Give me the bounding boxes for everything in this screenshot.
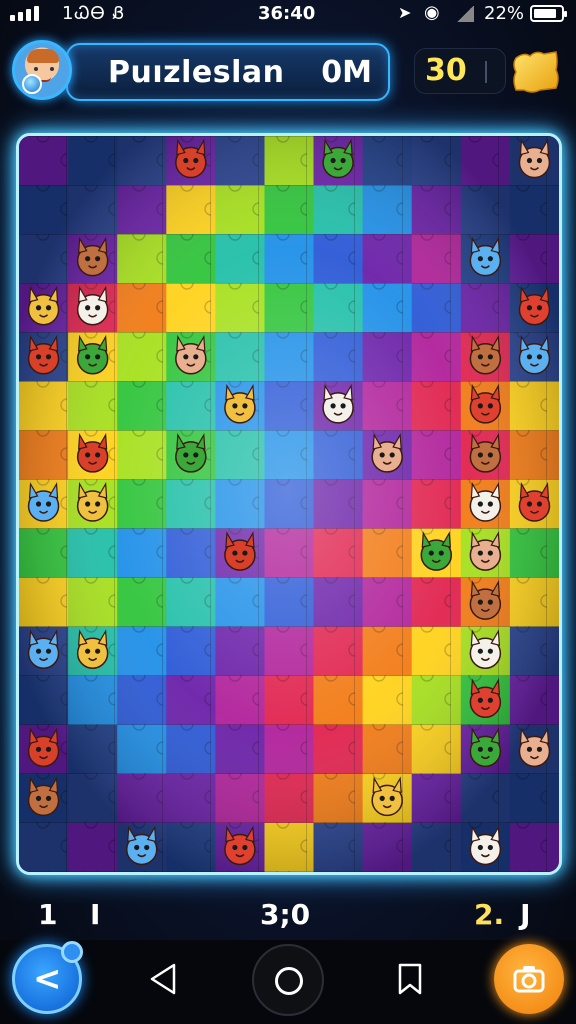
network-label: 1ᏇᎾ Ᏸ bbox=[62, 3, 126, 24]
progress-suffix: J bbox=[520, 898, 531, 931]
progress-counter: 2. J bbox=[474, 898, 531, 931]
puzzle-board[interactable] bbox=[16, 133, 562, 875]
score-value: 0M bbox=[321, 55, 372, 90]
system-back-icon[interactable] bbox=[148, 962, 178, 1000]
location-arrow-icon: ➤ bbox=[398, 3, 412, 22]
cellular-icon bbox=[456, 6, 474, 22]
home-button[interactable] bbox=[252, 944, 324, 1016]
clock: 36:40 bbox=[258, 3, 316, 24]
player-avatar[interactable] bbox=[12, 40, 72, 100]
back-button[interactable]: < bbox=[12, 941, 83, 1014]
home-circle-icon bbox=[275, 967, 303, 995]
back-arrow-icon: < bbox=[33, 959, 62, 999]
golden-ticket-icon[interactable] bbox=[510, 46, 562, 96]
coin-count: 30 bbox=[425, 53, 467, 88]
gem-badge-icon bbox=[22, 74, 42, 94]
progress-value: 2. bbox=[474, 898, 505, 931]
camera-button[interactable] bbox=[494, 944, 564, 1014]
camera-icon bbox=[513, 966, 545, 993]
game-title: Puızleslan bbox=[108, 55, 285, 90]
notification-dot bbox=[61, 941, 83, 963]
title-banner: Puızleslan 0M bbox=[66, 43, 390, 101]
signal-bars-icon bbox=[10, 5, 39, 21]
battery-icon bbox=[530, 5, 567, 22]
bookmark-icon[interactable] bbox=[396, 962, 424, 1000]
level-counter: I bbox=[90, 898, 101, 931]
divider bbox=[485, 61, 487, 83]
puzzle-grid[interactable] bbox=[19, 136, 559, 872]
moves-counter: 1 bbox=[38, 898, 58, 931]
status-bar: 1ᏇᎾ Ᏸ 36:40 ➤ ◉ 22% bbox=[0, 0, 576, 30]
coin-counter[interactable]: 30 bbox=[414, 48, 506, 94]
timer-counter: 3;0 bbox=[260, 898, 311, 931]
wifi-icon: ◉ bbox=[424, 2, 440, 23]
battery-percent: 22% bbox=[484, 3, 525, 24]
